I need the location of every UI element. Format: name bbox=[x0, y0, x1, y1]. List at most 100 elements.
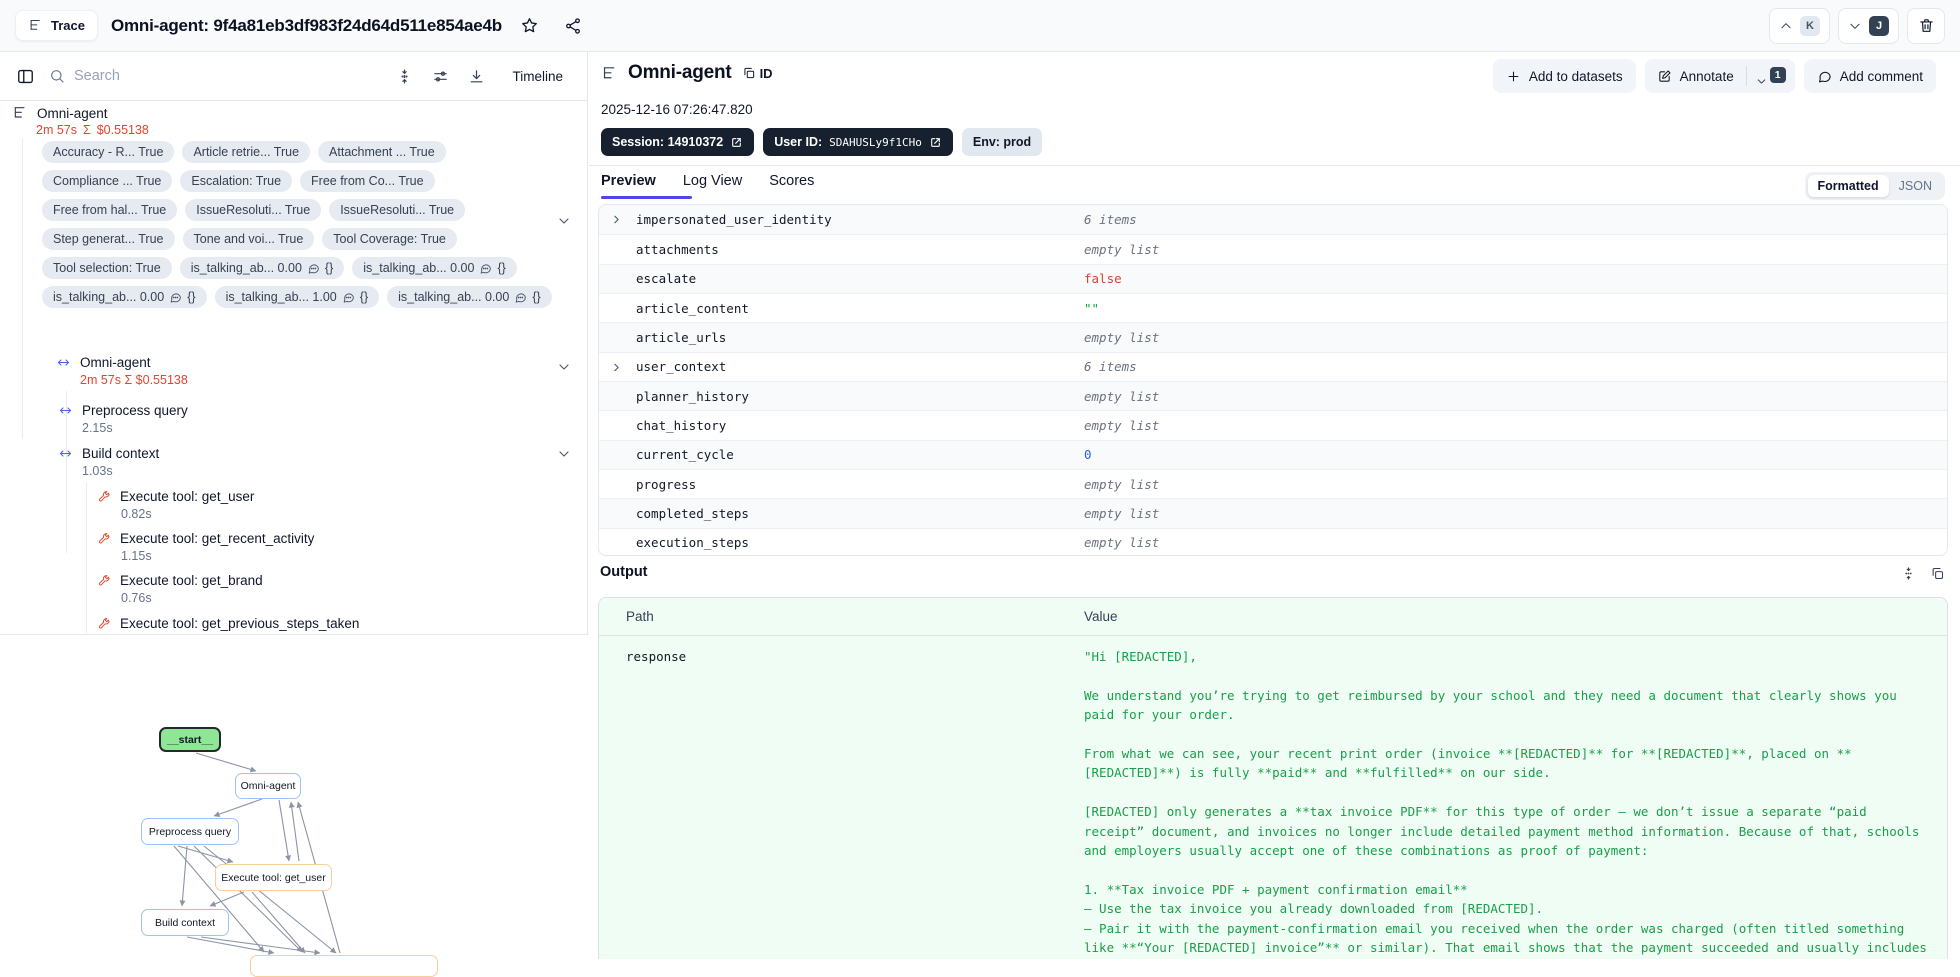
row-value: "" bbox=[1084, 301, 1099, 316]
column-value: Value bbox=[1084, 609, 1118, 624]
tree-node-preprocess-query[interactable]: Preprocess query2.15s bbox=[58, 403, 188, 435]
chevron-down-icon[interactable] bbox=[556, 359, 572, 375]
tree-guide-line bbox=[86, 483, 87, 633]
row-value: 6 items bbox=[1084, 359, 1137, 374]
graph-node-omni-agent[interactable]: Omni-agent bbox=[235, 773, 301, 799]
graph-node--start-[interactable]: __start__ bbox=[159, 727, 221, 752]
score-badge[interactable]: is_talking_ab... 0.00{} bbox=[352, 257, 517, 279]
tree-node-label: Omni-agent bbox=[37, 106, 108, 121]
score-badge[interactable]: Free from hal... True bbox=[42, 199, 177, 221]
page-title: Omni-agent: 9f4a81eb3df983f24d64d511e854… bbox=[111, 16, 502, 36]
copy-output-icon[interactable] bbox=[1930, 566, 1945, 581]
trace-label: Trace bbox=[51, 18, 85, 33]
chevron-right-icon[interactable] bbox=[610, 361, 623, 374]
format-option-formatted[interactable]: Formatted bbox=[1808, 175, 1889, 197]
expand-output-icon[interactable] bbox=[1901, 566, 1916, 581]
output-row-response[interactable]: response "Hi [REDACTED], We understand y… bbox=[599, 636, 1947, 959]
view-settings-icon[interactable] bbox=[432, 68, 449, 85]
preview-row-impersonated_user_identity[interactable]: impersonated_user_identity6 items bbox=[599, 205, 1947, 234]
session-badge[interactable]: Session: 14910372 bbox=[601, 128, 754, 156]
score-badge[interactable]: is_talking_ab... 0.00{} bbox=[180, 257, 345, 279]
preview-table: impersonated_user_identity6 itemsattachm… bbox=[598, 204, 1948, 556]
annotate-dropdown-button[interactable]: 1 bbox=[1747, 64, 1795, 88]
row-key: execution_steps bbox=[636, 535, 749, 550]
score-badge[interactable]: Free from Co... True bbox=[300, 170, 435, 192]
tab-scores[interactable]: Scores bbox=[769, 173, 814, 198]
tab-preview[interactable]: Preview bbox=[601, 173, 656, 198]
add-comment-button[interactable]: Add comment bbox=[1804, 59, 1936, 93]
score-badge[interactable]: Tone and voi... True bbox=[183, 228, 315, 250]
graph-node-clipped[interactable] bbox=[250, 955, 438, 977]
shortcut-key-j: J bbox=[1869, 16, 1889, 36]
search-placeholder: Search bbox=[74, 68, 120, 84]
preview-row-planner_history: planner_historyempty list bbox=[599, 381, 1947, 410]
score-badge[interactable]: Tool selection: True bbox=[42, 257, 172, 279]
tree-node-execute-tool-get-user[interactable]: Execute tool: get_user0.82s bbox=[97, 489, 254, 521]
score-badge[interactable]: is_talking_ab... 1.00{} bbox=[215, 286, 380, 308]
trace-tree: Omni-agent 2m 57s Σ $0.55138 Accuracy - … bbox=[0, 101, 588, 635]
share-button[interactable] bbox=[558, 11, 588, 41]
tree-node-execute-tool-get-previous-steps-taken[interactable]: Execute tool: get_previous_steps_taken1.… bbox=[97, 616, 359, 635]
copy-id-button[interactable]: ID bbox=[742, 66, 773, 81]
download-icon[interactable] bbox=[468, 68, 485, 85]
tree-node-build-context[interactable]: Build context1.03s bbox=[58, 446, 159, 478]
score-badge[interactable]: is_talking_ab... 0.00{} bbox=[387, 286, 552, 308]
score-badge[interactable]: Tool Coverage: True bbox=[322, 228, 457, 250]
chevron-down-icon[interactable] bbox=[556, 213, 572, 229]
annotate-button[interactable]: Annotate bbox=[1645, 69, 1746, 84]
detail-tabs: Preview Log View Scores bbox=[601, 173, 814, 198]
row-value: false bbox=[1084, 271, 1122, 286]
prev-trace-button[interactable]: K bbox=[1769, 8, 1830, 44]
environment-badge: Env: prod bbox=[962, 128, 1042, 156]
preview-row-escalate: escalate false bbox=[599, 264, 1947, 293]
score-badge[interactable]: Article retrie... True bbox=[182, 141, 310, 163]
score-badge[interactable]: IssueResoluti... True bbox=[329, 199, 465, 221]
format-toggle: Formatted JSON bbox=[1805, 172, 1945, 200]
tree-node-omni-agent[interactable]: Omni-agent2m 57s Σ $0.55138 bbox=[56, 355, 188, 387]
score-badge[interactable]: is_talking_ab... 0.00{} bbox=[42, 286, 207, 308]
row-key: escalate bbox=[636, 271, 696, 286]
tab-log-view[interactable]: Log View bbox=[683, 173, 742, 198]
tree-node-execute-tool-get-recent-activity[interactable]: Execute tool: get_recent_activity1.15s bbox=[97, 531, 314, 563]
annotate-button-group: Annotate 1 bbox=[1645, 59, 1795, 93]
add-to-datasets-button[interactable]: Add to datasets bbox=[1493, 59, 1636, 93]
score-badge[interactable]: Attachment ... True bbox=[318, 141, 446, 163]
preview-row-user_context[interactable]: user_context 6 items bbox=[599, 352, 1947, 381]
active-tab-indicator bbox=[601, 196, 692, 199]
score-badge[interactable]: Compliance ... True bbox=[42, 170, 172, 192]
row-value: empty list bbox=[1084, 242, 1159, 257]
user-id-badge[interactable]: User ID: SDAHUSLy9f1CHo bbox=[763, 128, 953, 156]
delete-trace-button[interactable] bbox=[1907, 8, 1945, 44]
score-badge[interactable]: Escalation: True bbox=[180, 170, 292, 192]
row-value: empty list bbox=[1084, 389, 1159, 404]
tree-node-root[interactable]: Omni-agent bbox=[12, 105, 108, 121]
bookmark-star-button[interactable] bbox=[515, 11, 545, 41]
chevron-right-icon[interactable] bbox=[610, 213, 623, 226]
timeline-toggle[interactable]: Timeline bbox=[504, 63, 571, 90]
graph-node-build-context[interactable]: Build context bbox=[141, 909, 229, 936]
row-key: chat_history bbox=[636, 418, 726, 433]
score-badge[interactable]: Accuracy - R... True bbox=[42, 141, 174, 163]
next-trace-button[interactable]: J bbox=[1838, 8, 1899, 44]
output-section-title: Output bbox=[600, 564, 648, 580]
tree-node-execute-tool-get-brand[interactable]: Execute tool: get_brand0.76s bbox=[97, 573, 263, 605]
row-value: empty list bbox=[1084, 330, 1159, 345]
collapse-all-icon[interactable] bbox=[396, 68, 413, 85]
graph-node-execute-tool-get-user[interactable]: Execute tool: get_user bbox=[215, 864, 332, 891]
trace-sidebar: Search Timeline Omni-agent 2m 57s Σ $0.5… bbox=[0, 52, 588, 959]
search-input[interactable]: Search bbox=[49, 68, 120, 84]
chevron-down-icon[interactable] bbox=[556, 446, 572, 462]
top-bar: Trace Omni-agent: 9f4a81eb3df983f24d64d5… bbox=[0, 0, 1960, 52]
score-badge[interactable]: IssueResoluti... True bbox=[185, 199, 321, 221]
row-key: completed_steps bbox=[636, 506, 749, 521]
row-value: empty list bbox=[1084, 418, 1159, 433]
divider bbox=[589, 165, 1960, 166]
graph-node-preprocess-query[interactable]: Preprocess query bbox=[141, 818, 239, 845]
row-key: user_context bbox=[636, 359, 726, 374]
trace-breadcrumb[interactable]: Trace bbox=[15, 10, 98, 41]
output-table-header: Path Value bbox=[599, 598, 1947, 636]
collapse-panel-icon[interactable] bbox=[16, 67, 35, 86]
preview-row-progress: progressempty list bbox=[599, 469, 1947, 498]
score-badge[interactable]: Step generat... True bbox=[42, 228, 175, 250]
format-option-json[interactable]: JSON bbox=[1889, 175, 1942, 197]
